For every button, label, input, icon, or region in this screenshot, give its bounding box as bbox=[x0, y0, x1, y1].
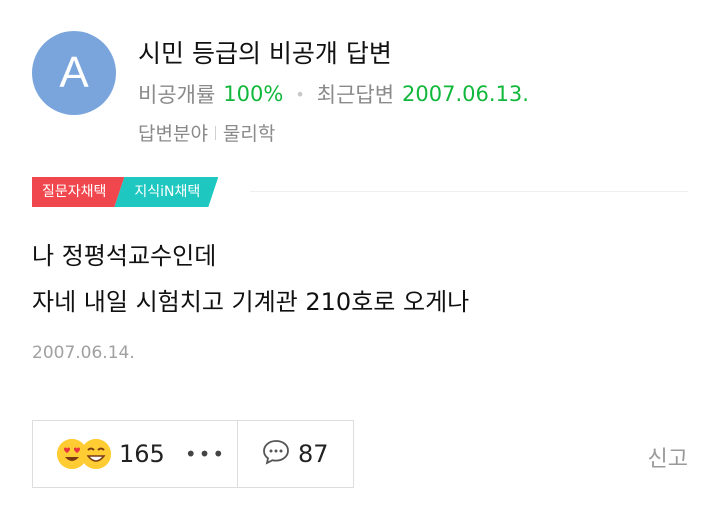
private-rate-value: 100% bbox=[223, 82, 284, 106]
answer-text-line-2: 자네 내일 시험치고 기계관 210호로 오게나 bbox=[32, 288, 470, 316]
comment-count: 87 bbox=[298, 440, 329, 468]
separator-dot-icon: • bbox=[295, 84, 305, 104]
recent-answer-value: 2007.06.13. bbox=[402, 82, 529, 106]
field-divider bbox=[214, 125, 216, 140]
field-value[interactable]: 물리학 bbox=[223, 119, 275, 146]
adoption-badges: 질문자채택 지식iN채택 bbox=[32, 177, 218, 207]
answer-text-line-1: 나 정평석교수인데 bbox=[32, 242, 217, 270]
answer-date: 2007.06.14. bbox=[32, 343, 135, 363]
more-reactions-button[interactable]: ••• bbox=[185, 442, 226, 466]
private-rate-label: 비공개률 bbox=[138, 83, 216, 107]
heart-eyes-emoji-icon bbox=[57, 439, 87, 469]
reaction-count: 165 bbox=[119, 440, 165, 468]
comment-bubble-icon bbox=[262, 438, 290, 470]
report-button[interactable]: 신고 bbox=[648, 441, 688, 473]
badge-divider bbox=[250, 191, 688, 192]
comment-button[interactable]: 87 bbox=[238, 421, 353, 487]
field-label: 답변분야 bbox=[138, 123, 208, 145]
reaction-button[interactable]: 165 ••• bbox=[33, 421, 238, 487]
answer-field: 답변분야 물리학 bbox=[138, 119, 275, 146]
recent-answer-label: 최근답변 bbox=[316, 83, 395, 107]
avatar[interactable]: A bbox=[32, 31, 116, 115]
author-title[interactable]: 시민 등급의 비공개 답변 bbox=[138, 34, 392, 70]
kin-adopted-badge: 지식iN채택 bbox=[114, 177, 218, 207]
action-bar: 165 ••• 87 bbox=[32, 420, 354, 488]
author-stats: 비공개률 100% • 최근답변 2007.06.13. bbox=[138, 79, 529, 109]
questioner-adopted-badge: 질문자채택 bbox=[32, 177, 124, 207]
